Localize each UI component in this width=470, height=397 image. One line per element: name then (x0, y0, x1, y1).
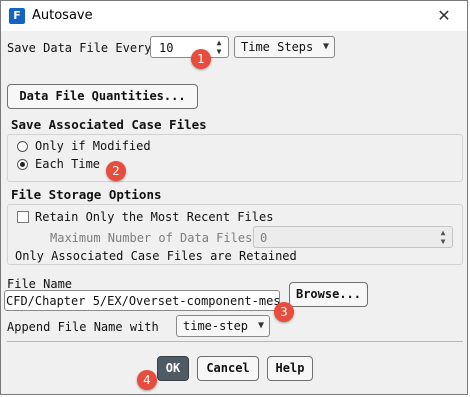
each-time-label: Each Time (35, 157, 101, 171)
max-files-label: Maximum Number of Data Files (50, 231, 253, 245)
file-name-input[interactable]: CFD/Chapter 5/EX/Overset-component-mesh (4, 290, 280, 311)
divider (7, 341, 463, 342)
append-value: time-step (183, 319, 249, 333)
append-label: Append File Name with (7, 320, 159, 334)
max-files-input[interactable]: 0 ▲ ▼ (253, 226, 453, 248)
chevron-down-icon: ▼ (257, 320, 264, 331)
annotation-badge-2: 2 (106, 161, 126, 181)
spin-down-icon[interactable]: ▼ (213, 47, 225, 56)
app-icon: F (9, 8, 25, 24)
save-unit-dropdown[interactable]: Time Steps ▼ (234, 36, 335, 58)
max-files-value: 0 (260, 231, 268, 245)
close-icon[interactable]: ✕ (421, 1, 467, 31)
cancel-button[interactable]: Cancel (197, 356, 259, 381)
append-dropdown[interactable]: time-step ▼ (176, 315, 270, 337)
save-every-value: 10 (159, 41, 174, 55)
annotation-badge-3: 3 (274, 302, 294, 322)
autosave-dialog: F Autosave ✕ Save Data File Every 10 ▲ ▼… (0, 0, 468, 395)
chevron-down-icon: ▼ (322, 41, 329, 52)
save-every-label: Save Data File Every (7, 41, 152, 55)
annotation-badge-4: 4 (137, 370, 157, 390)
retain-label: Retain Only the Most Recent Files (35, 210, 274, 224)
file-storage-title: File Storage Options (11, 187, 162, 202)
file-name-label: File Name (7, 277, 73, 291)
retain-checkbox[interactable] (17, 211, 29, 223)
only-if-modified-label: Only if Modified (35, 139, 151, 153)
radio-each-time[interactable] (17, 159, 28, 170)
ok-button[interactable]: OK (157, 356, 189, 381)
help-button[interactable]: Help (267, 356, 313, 381)
spin-up-icon[interactable]: ▲ (213, 38, 225, 47)
save-every-input[interactable]: 10 ▲ ▼ (150, 36, 229, 58)
save-unit-value: Time Steps (241, 40, 314, 54)
annotation-badge-1: 1 (191, 49, 211, 69)
associated-case-title: Save Associated Case Files (11, 117, 207, 132)
title-bar: F Autosave ✕ (1, 1, 467, 31)
file-name-value: CFD/Chapter 5/EX/Overset-component-mesh (6, 294, 280, 308)
spin-up-icon[interactable]: ▲ (437, 228, 449, 237)
spin-down-icon[interactable]: ▼ (437, 237, 449, 246)
retention-info-text: Only Associated Case Files are Retained (15, 249, 297, 263)
window-title: Autosave (32, 8, 93, 23)
browse-button[interactable]: Browse... (289, 282, 368, 307)
radio-only-if-modified[interactable] (17, 141, 28, 152)
data-file-quantities-button[interactable]: Data File Quantities... (7, 84, 198, 109)
